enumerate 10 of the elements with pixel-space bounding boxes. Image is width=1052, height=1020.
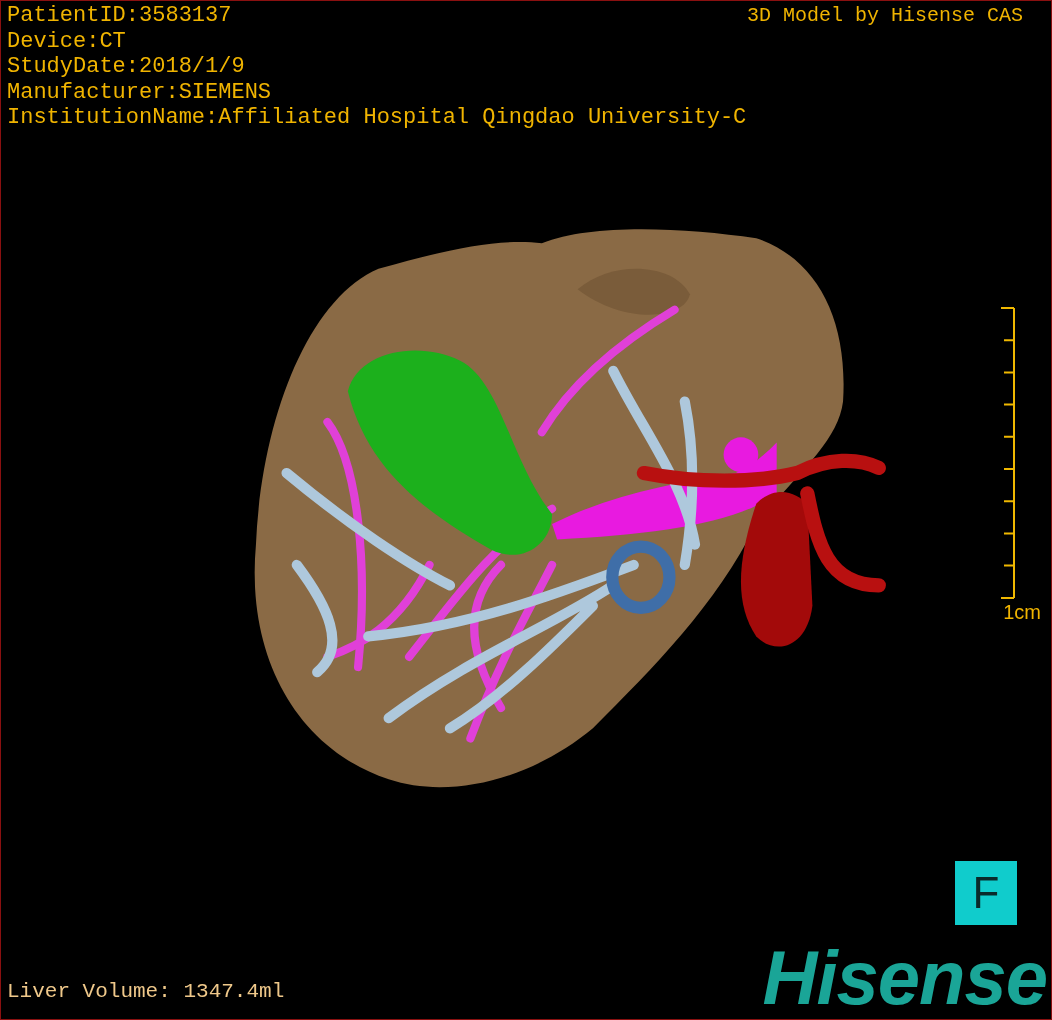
study-info-line: PatientID:3583137 [7, 3, 233, 29]
liver-volume-label: Liver Volume: 1347.4ml [7, 980, 285, 1005]
study-info-line: StudyDate:2018/1/9 [7, 54, 246, 80]
study-info-line: Manufacturer:SIEMENS [7, 79, 273, 106]
scale-label: 1cm [1003, 601, 1041, 625]
brand-logo: Hisense [762, 943, 1048, 1013]
orientation-badge: F [955, 861, 1017, 925]
study-info-line: Device:CT [7, 28, 127, 55]
model-credit: 3D Model by Hisense CAS [746, 3, 1023, 29]
study-info-line: InstitutionName:Affiliated Hospital Qingdao University-C [7, 105, 747, 131]
